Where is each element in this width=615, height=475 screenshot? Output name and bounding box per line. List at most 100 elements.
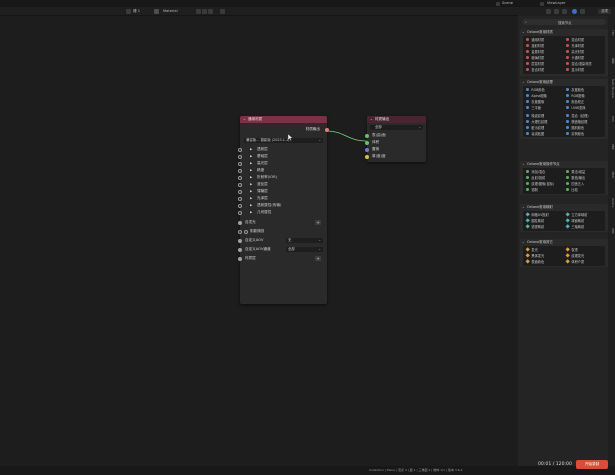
layer-row[interactable]: ▶ 折射率(IOR) bbox=[238, 174, 327, 181]
pin-icon[interactable] bbox=[220, 9, 225, 14]
input-socket[interactable] bbox=[238, 161, 242, 166]
universal-material-node[interactable]: ⌄ 通用材质 材质输出 兼容版... 摄影版 (2023.1.1) ⌄ ▶ 透射层 … bbox=[238, 116, 329, 304]
duplicate-icon[interactable] bbox=[202, 9, 207, 14]
node-item[interactable]: 实例颜色 bbox=[566, 131, 584, 137]
scene-icon[interactable] bbox=[496, 1, 500, 6]
options-button[interactable]: 选项 bbox=[598, 9, 611, 14]
scene-name[interactable]: Scene bbox=[502, 1, 513, 5]
layer-row[interactable]: ▶ 高光层 bbox=[238, 160, 327, 167]
input-socket[interactable] bbox=[238, 229, 242, 234]
node-search-input[interactable]: ⌕ 搜索节点 bbox=[522, 19, 606, 25]
section-header[interactable]: ⌄ Octane常用纹理 bbox=[520, 79, 608, 85]
slot-icon[interactable] bbox=[126, 9, 131, 14]
thickness-row[interactable]: 厚(度)度 bbox=[365, 153, 426, 160]
wrap-icon[interactable] bbox=[562, 9, 567, 14]
expand-icon[interactable]: ▶ bbox=[250, 189, 252, 193]
node-item[interactable]: 比较 bbox=[566, 187, 578, 193]
expand-icon[interactable]: ▶ bbox=[250, 210, 252, 214]
expand-icon[interactable]: ▶ bbox=[250, 168, 252, 172]
node-item[interactable]: 显示材质 bbox=[566, 67, 584, 73]
octane-icon[interactable] bbox=[572, 9, 577, 14]
snap-icon[interactable] bbox=[554, 9, 559, 14]
volume-row[interactable]: 体积 bbox=[365, 139, 426, 146]
preset-dropdown[interactable]: 兼容版... 摄影版 (2023.1.1) ⌄ bbox=[244, 138, 323, 143]
node-item[interactable]: 三轴映射 bbox=[565, 224, 584, 230]
overlay-icon[interactable] bbox=[546, 9, 551, 14]
material-browse-icon[interactable] bbox=[154, 9, 159, 14]
expand-icon[interactable]: ▶ bbox=[250, 182, 252, 186]
tab-render[interactable]: 渲染 bbox=[609, 218, 614, 244]
expand-icon[interactable]: ▶ bbox=[250, 161, 252, 165]
section-header[interactable]: ⌄ Octane常用其它 bbox=[520, 239, 608, 245]
emission-row[interactable]: 自发光 + bbox=[238, 219, 327, 226]
input-socket[interactable] bbox=[238, 182, 242, 187]
surface-row[interactable]: 表(曲)面 bbox=[365, 132, 426, 139]
node-item[interactable]: 透视映射 bbox=[525, 224, 544, 230]
output-socket[interactable] bbox=[325, 127, 329, 132]
collapse-icon[interactable]: ⌄ bbox=[370, 117, 373, 121]
expand-icon[interactable]: ▶ bbox=[250, 175, 252, 179]
material-name[interactable]: Material bbox=[163, 9, 178, 13]
input-socket[interactable] bbox=[238, 168, 242, 173]
custom-aov-dropdown[interactable]: 无 ⌄ bbox=[286, 238, 323, 243]
input-socket[interactable] bbox=[238, 196, 242, 201]
expand-icon[interactable]: ▶ bbox=[250, 196, 252, 200]
node-item[interactable]: 衰减贴图 bbox=[526, 131, 544, 137]
tab-node[interactable]: 节点 bbox=[609, 106, 614, 132]
collapse-icon[interactable]: ⌄ bbox=[243, 117, 246, 121]
input-socket[interactable] bbox=[238, 154, 242, 159]
fake-user-icon[interactable] bbox=[196, 9, 201, 14]
viewlayer-icon[interactable] bbox=[540, 1, 544, 6]
input-socket[interactable] bbox=[238, 189, 242, 194]
input-socket[interactable] bbox=[365, 140, 369, 145]
viewlayer-name[interactable]: ViewLayer bbox=[547, 1, 566, 5]
input-socket[interactable] bbox=[365, 147, 369, 152]
aov-channel-dropdown[interactable]: 全部 ⌄ bbox=[286, 247, 323, 252]
input-socket[interactable] bbox=[365, 133, 369, 138]
node-item[interactable]: UVW变换 bbox=[566, 105, 585, 111]
input-socket[interactable] bbox=[238, 203, 242, 208]
layer-row[interactable]: ▶ 漫反层 bbox=[238, 181, 327, 188]
tab-tool[interactable]: 工具 bbox=[609, 20, 614, 46]
input-socket[interactable] bbox=[238, 220, 242, 225]
expand-icon[interactable]: ▶ bbox=[250, 154, 252, 158]
render-icon[interactable] bbox=[580, 9, 585, 14]
add-button[interactable]: + bbox=[315, 220, 321, 225]
layer-row[interactable]: ▶ 透射属性(传输) bbox=[238, 202, 327, 209]
add-button[interactable]: + bbox=[315, 256, 321, 261]
layer-row[interactable]: ▶ 薄膜层 bbox=[238, 188, 327, 195]
target-dropdown[interactable]: 全部 ⌄ bbox=[370, 125, 423, 130]
input-socket[interactable] bbox=[238, 210, 242, 215]
tab-options[interactable]: 选项 bbox=[609, 134, 614, 160]
node-header[interactable]: ⌄ 材质输出 bbox=[367, 116, 426, 123]
displacement-row[interactable]: 置换 bbox=[365, 146, 426, 153]
tab-custom[interactable]: 自定义 bbox=[609, 162, 614, 188]
material-output-node[interactable]: ⌄ 材质输出 全部 ⌄ 表(曲)面 体积 置换 厚(度)度 bbox=[365, 116, 426, 162]
tab-octane[interactable]: Octane bbox=[609, 190, 614, 216]
node-item[interactable]: 复合材质 bbox=[526, 67, 544, 73]
node-header[interactable]: ⌄ 通用材质 bbox=[240, 116, 327, 123]
input-socket[interactable] bbox=[238, 256, 242, 261]
layer-row[interactable]: ▶ 基础层 bbox=[238, 153, 327, 160]
node-item[interactable]: 表面着色 bbox=[525, 259, 544, 265]
custom-aov-row[interactable]: 自定义AOV 无 ⌄ bbox=[238, 237, 327, 244]
tab-view[interactable]: 视图 bbox=[609, 48, 614, 74]
input-socket[interactable] bbox=[238, 238, 242, 243]
node-item[interactable]: 钳制 bbox=[526, 187, 538, 193]
custom-aov-channel-row[interactable]: 自定义AOV通道 全部 ⌄ bbox=[238, 246, 327, 253]
node-canvas[interactable]: ⌄ 通用材质 材质输出 兼容版... 摄影版 (2023.1.1) ⌄ ▶ 透射层 … bbox=[0, 16, 518, 466]
layer-row[interactable]: ▶ 透射层 bbox=[238, 146, 327, 153]
node-item[interactable]: 三平面 bbox=[526, 105, 541, 111]
section-header[interactable]: ⌄ Octane常用操作节点 bbox=[520, 161, 608, 167]
expand-icon[interactable]: ▶ bbox=[250, 203, 252, 207]
input-socket[interactable] bbox=[238, 175, 242, 180]
tab-node-wrangler[interactable]: Node Wrangler bbox=[609, 76, 614, 102]
input-socket[interactable] bbox=[238, 247, 242, 252]
layer-row[interactable]: ▶ 几何属性 bbox=[238, 209, 327, 216]
layer-row[interactable]: ▶ 光泽层 bbox=[238, 195, 327, 202]
input-socket[interactable] bbox=[365, 154, 369, 159]
layer-row[interactable]: ▶ 精度 bbox=[238, 167, 327, 174]
slot-selector[interactable]: 槽 1 bbox=[133, 9, 140, 14]
checkbox[interactable] bbox=[244, 229, 248, 234]
expand-icon[interactable]: ▶ bbox=[250, 147, 252, 151]
